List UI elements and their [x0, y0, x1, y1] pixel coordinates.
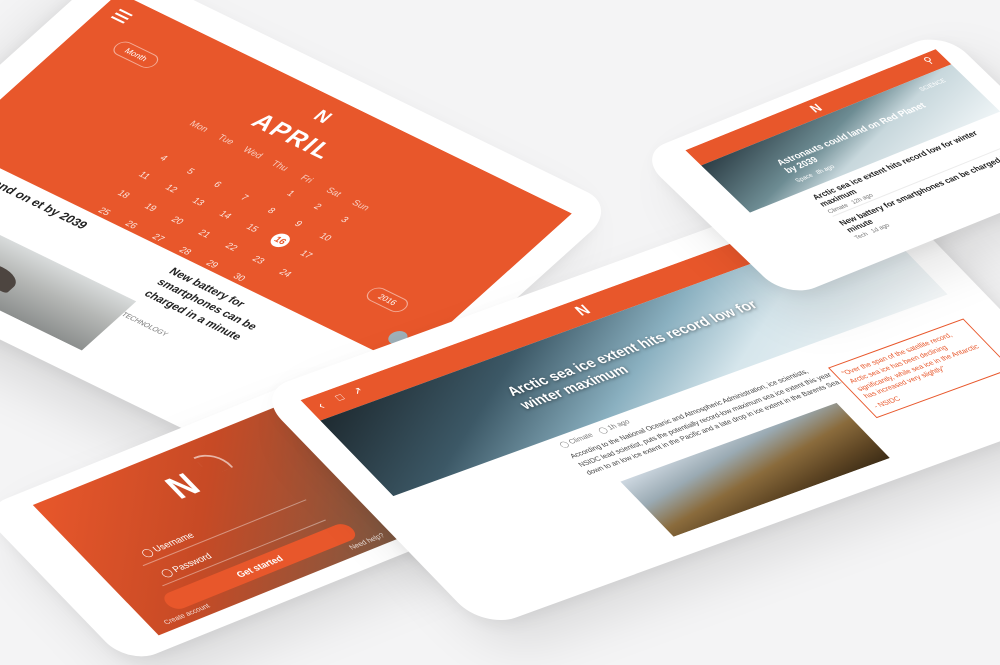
calendar-day[interactable]: 30 — [222, 267, 257, 287]
password-label: Password — [169, 551, 215, 574]
brand-logo: N — [309, 106, 337, 127]
news-screen: N ⚲ Astronauts could land on Red Planet … — [685, 49, 1000, 277]
news-article-1-category: Space — [794, 173, 815, 185]
username-label: Username — [150, 530, 197, 554]
search-icon[interactable]: ⚲ — [921, 55, 936, 66]
calendar-day[interactable]: 3 — [327, 209, 362, 229]
calendar-day[interactable]: 24 — [268, 263, 303, 283]
calendar-day[interactable]: 17 — [287, 244, 324, 266]
month-chip[interactable]: Month — [109, 38, 163, 71]
share-icon[interactable]: ↗ — [350, 386, 366, 398]
article-time: 1h ago — [606, 418, 632, 432]
news-article-1-tag: SCIENCE — [918, 78, 948, 93]
calendar-day[interactable]: 10 — [308, 227, 343, 247]
brand-logo-large: N — [157, 467, 209, 506]
calendar-day[interactable]: 15 — [233, 218, 270, 240]
signal-icon — [193, 448, 234, 477]
bookmark-icon[interactable]: □ — [333, 393, 347, 404]
brand-logo: N — [806, 101, 826, 116]
year-chip[interactable]: 2016 — [362, 284, 412, 315]
pull-quote: "Over the span of the satellite record, … — [827, 318, 1000, 419]
menu-icon[interactable] — [110, 8, 133, 24]
back-icon[interactable]: ‹ — [314, 399, 328, 411]
rock-shape — [0, 260, 24, 294]
weekday-label: Sun — [349, 198, 373, 213]
news-article-1-time: 8h ago — [814, 164, 837, 176]
article-category: Climate — [567, 432, 596, 446]
brand-logo: N — [571, 302, 595, 320]
news-article-3-category: Tech — [853, 231, 871, 242]
calendar-day-selected[interactable]: 16 — [266, 231, 294, 250]
